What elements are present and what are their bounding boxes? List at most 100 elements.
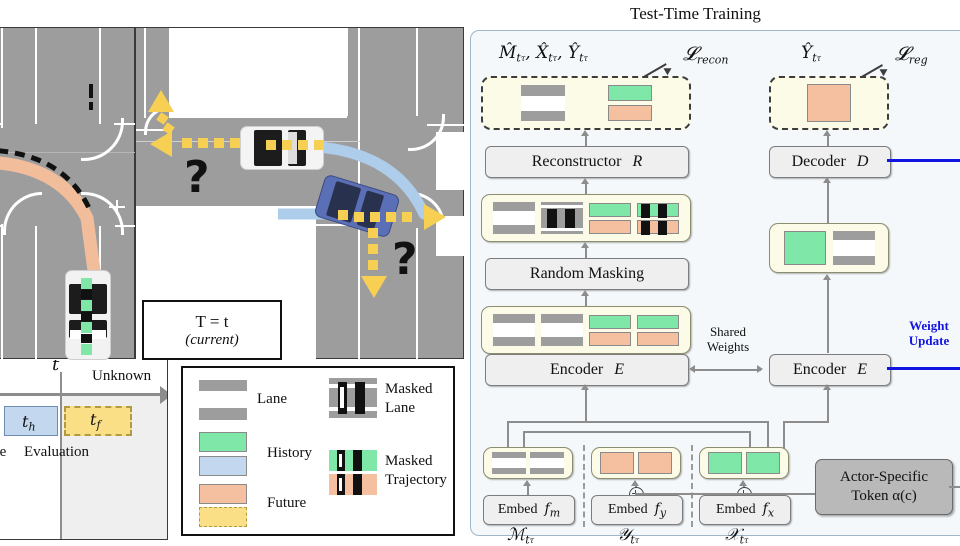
embed-y-token-box (591, 447, 681, 479)
embed-m-symbol: fm (544, 500, 561, 520)
loss-recon-label: 𝓛recon (683, 43, 729, 67)
future-dash (354, 212, 364, 222)
future-dash (338, 210, 348, 220)
encoder-left-node[interactable]: Encoder E (485, 354, 689, 386)
flow-arrowhead (581, 242, 589, 248)
future-dash (314, 140, 324, 150)
token-history (637, 314, 679, 329)
history-swatch (199, 432, 247, 452)
shared-weights-line2: Weights (706, 338, 750, 354)
legend-label-masked-trajectory: Masked Trajectory (385, 452, 447, 490)
baseline-caption: ine (0, 444, 7, 460)
encoder-label: Encoder (549, 361, 604, 378)
current-time-label: T = t (195, 311, 229, 331)
encoder-symbol: E (857, 361, 868, 378)
future-dash (282, 140, 292, 150)
decoder-label: Decoder (791, 153, 846, 170)
embed-x-symbol: fx (762, 500, 775, 520)
flow-arrowhead (823, 384, 831, 390)
question-mark-right: ? (392, 234, 418, 285)
embed-x-node[interactable]: Embed fx (699, 495, 791, 525)
token-history (607, 85, 652, 101)
flow-arrowhead (581, 130, 589, 136)
t-label: t (52, 360, 60, 375)
future-dash (370, 212, 380, 222)
future-dash (368, 244, 378, 254)
token-lane (493, 314, 535, 346)
question-mark-left: ? (184, 152, 210, 203)
weight-update-line-encoder (887, 367, 960, 370)
time-axis-arrowhead (160, 386, 167, 404)
shared-weights-arrowhead (689, 365, 695, 373)
reconstructor-node[interactable]: Reconstructor R (485, 146, 689, 178)
flow-arrowhead (581, 384, 589, 390)
history-blue-swatch (199, 456, 247, 476)
embed-m-node[interactable]: Embed fm (483, 495, 575, 525)
weight-update-line2: Update (908, 332, 950, 348)
legend-label-masked-lane: Masked Lane (385, 380, 433, 418)
decoder-node[interactable]: Decoder D (769, 146, 891, 178)
future-dash (198, 138, 208, 148)
future-arrowhead (150, 131, 172, 157)
routing-line (507, 421, 767, 423)
input-x-label: 𝒳tτ (725, 525, 749, 546)
token-future (637, 331, 679, 346)
encoder-right-node[interactable]: Encoder E (769, 354, 891, 386)
masked-lane-swatch (329, 378, 377, 418)
actor-specific-token-node[interactable]: Actor-Specific Token α(c) (815, 459, 953, 515)
future-arrowhead (361, 276, 387, 298)
future-dash (386, 212, 396, 222)
ttt-panel: M̂tτ, X̂tτ, Ŷtτ 𝓛recon Reconstructor R R… (470, 30, 960, 546)
token-future (600, 452, 634, 474)
shared-weights-arrow (693, 369, 761, 371)
flow-arrowhead (523, 480, 531, 486)
decoder-symbol: D (856, 153, 869, 170)
flow-arrowhead (823, 274, 831, 280)
legend-panel: Lane History Future Masked Lane Masked T… (181, 366, 455, 536)
random-masking-node[interactable]: Random Masking (485, 258, 689, 290)
history-trajectory (81, 278, 92, 360)
masked-token-row (481, 194, 691, 242)
evaluation-caption: Evaluation (24, 444, 89, 460)
decoder-output-box (769, 76, 889, 130)
future-dash (230, 138, 240, 148)
routing-line (507, 421, 509, 449)
token-future (638, 452, 672, 474)
embed-x-label: Embed (715, 502, 756, 517)
token-traj-group (607, 85, 652, 121)
actor-token-line (635, 493, 815, 495)
token-lane (541, 314, 583, 346)
legend-label: Masked (385, 453, 433, 469)
future-bar-label: tf (90, 410, 101, 432)
weight-update-line-decoder (887, 159, 960, 162)
flow-arrowhead (631, 480, 639, 486)
token-lane (493, 202, 535, 234)
future-dash (368, 260, 378, 270)
flow-arrowhead (581, 178, 589, 184)
flow-arrowhead (739, 480, 747, 486)
current-time-sublabel: (current) (185, 331, 239, 348)
token-history (783, 231, 826, 265)
token-future (807, 84, 851, 122)
embed-y-node[interactable]: Embed fy (591, 495, 683, 525)
flow-arrowhead (823, 130, 831, 136)
legend-label: Trajectory (385, 471, 447, 488)
future-dash (182, 138, 192, 148)
token-future (589, 219, 631, 234)
actor-token-line2: Token α(c) (851, 488, 917, 504)
token-history (708, 452, 742, 474)
token-traj-group (589, 314, 631, 346)
flow-arrow (585, 387, 587, 423)
lane-swatch (199, 380, 247, 420)
flow-arrow (827, 387, 829, 423)
reconstructed-output-box (481, 76, 691, 130)
legend-item-history (199, 432, 247, 476)
future-dash (298, 140, 308, 150)
shared-weights-arrowhead (757, 365, 763, 373)
routing-line (783, 421, 785, 449)
token-history (589, 202, 631, 217)
future-swatch (199, 484, 247, 504)
token-masked-history (637, 202, 679, 218)
actor-token-line (949, 486, 960, 488)
legend-label: Lane (257, 391, 287, 408)
